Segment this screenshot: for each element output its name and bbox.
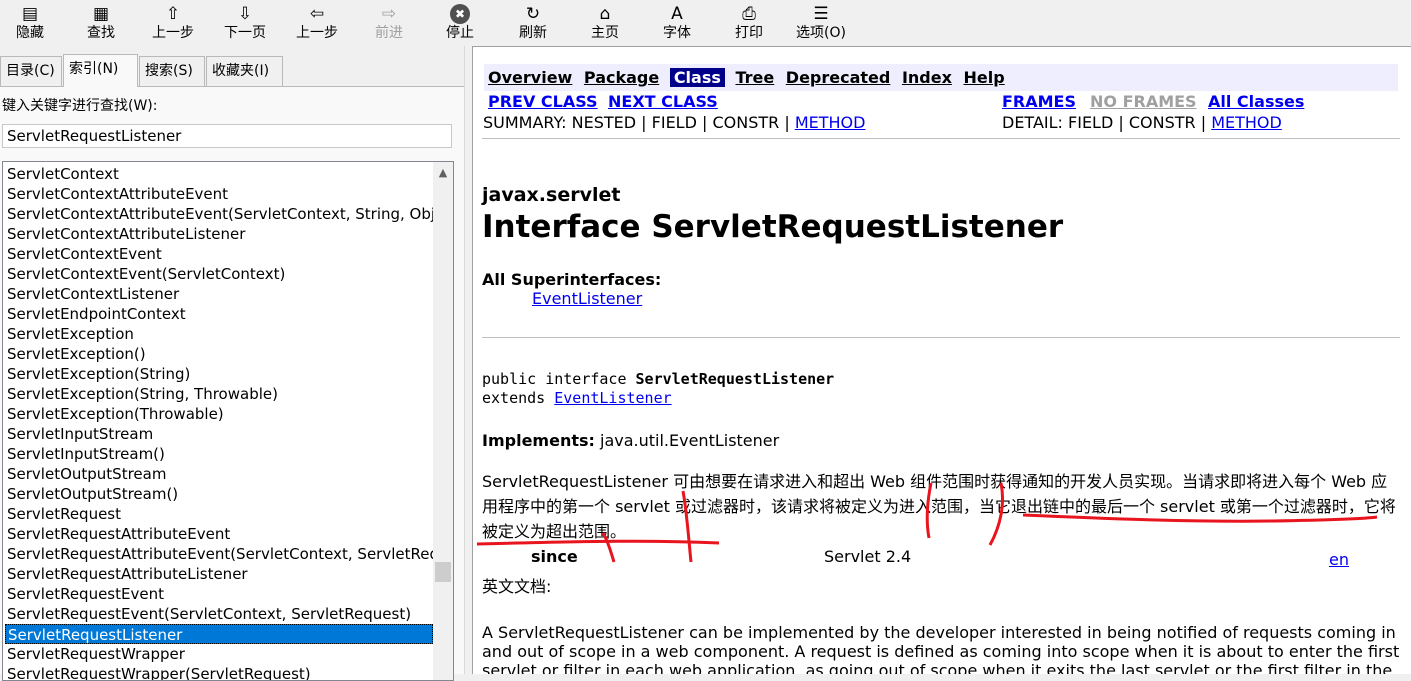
toolbar-button-9[interactable]: A 字体 — [641, 2, 713, 44]
toolbar-button-label: 主页 — [591, 25, 619, 41]
keyword-input[interactable]: ServletRequestListener — [2, 124, 452, 148]
index-list-item[interactable]: ServletException(String) — [5, 364, 433, 384]
index-list-item[interactable]: ServletException — [5, 324, 433, 344]
keyword-label: 键入关键字进行查找(W): — [2, 98, 158, 114]
index-list-item[interactable]: ServletRequestAttributeEvent(ServletCont… — [5, 544, 433, 564]
back-arrow-icon: ⇦ — [309, 4, 325, 24]
toolbar: ▤ 隐藏 ▦ 查找 ⇧ 上一步 ⇩ 下一页 ⇦ 上一步 ⇨ 前进 ✖ 停止 ↻ 刷新 ⌂ 主页 A 字体 ⎙ 打印 ☰ 选项(… — [0, 0, 1411, 46]
index-list-item[interactable]: ServletRequest — [5, 504, 433, 524]
forward-arrow-icon: ⇨ — [381, 4, 397, 24]
print-icon: ⎙ — [742, 4, 756, 24]
index-list-item[interactable]: ServletInputStream() — [5, 444, 433, 464]
index-list-item[interactable]: ServletContextAttributeEvent(ServletCont… — [5, 204, 433, 224]
toolbar-button-label: 刷新 — [519, 25, 547, 41]
index-list-item[interactable]: ServletRequestWrapper(ServletRequest) — [5, 664, 433, 680]
index-list-item[interactable]: ServletContextEvent — [5, 244, 433, 264]
toolbar-button-10[interactable]: ⎙ 打印 — [713, 2, 785, 44]
tab-favorites[interactable]: 收藏夹(I) — [206, 56, 283, 86]
index-list-item[interactable]: ServletException(Throwable) — [5, 404, 433, 424]
toolbar-button-0[interactable]: ▤ 隐藏 — [0, 2, 66, 44]
toolbar-button-label: 前进 — [375, 25, 403, 41]
toolbar-button-8[interactable]: ⌂ 主页 — [569, 2, 641, 44]
font-icon: A — [671, 4, 683, 24]
toolbar-button-label: 字体 — [663, 25, 691, 41]
toolbar-button-label: 打印 — [735, 25, 763, 41]
index-list-item[interactable]: ServletRequestAttributeListener — [5, 564, 433, 584]
home-icon: ⌂ — [599, 4, 611, 24]
scroll-thumb[interactable] — [435, 562, 451, 582]
tab-strip: 目录(C) 索引(N) 搜索(S) 收藏夹(I) — [0, 54, 464, 87]
toolbar-button-1[interactable]: ▦ 查找 — [65, 2, 137, 44]
toolbar-button-label: 上一步 — [152, 25, 194, 41]
index-list-item[interactable]: ServletOutputStream — [5, 464, 433, 484]
toolbar-button-label: 选项(O) — [796, 25, 846, 41]
index-list-item[interactable]: ServletContextAttributeEvent — [5, 184, 433, 204]
index-list-item[interactable]: ServletOutputStream() — [5, 484, 433, 504]
pane-splitter[interactable] — [464, 46, 472, 674]
up-arrow-icon: ⇧ — [165, 4, 181, 24]
hide-icon: ▤ — [21, 4, 39, 24]
toolbar-button-label: 上一步 — [296, 25, 338, 41]
index-list-item[interactable]: ServletRequestWrapper — [5, 644, 433, 664]
index-panel: 键入关键字进行查找(W): ServletRequestListener Ser… — [0, 86, 464, 681]
index-list-item[interactable]: ServletContextAttributeListener — [5, 224, 433, 244]
index-list-item[interactable]: ServletException() — [5, 344, 433, 364]
down-arrow-icon: ⇩ — [237, 4, 253, 24]
doc-content: Overview Package Class Tree Deprecated I… — [472, 46, 1411, 674]
toolbar-button-label: 停止 — [446, 25, 474, 41]
toolbar-button-2[interactable]: ⇧ 上一步 — [137, 2, 209, 44]
index-list-item[interactable]: ServletContext — [5, 164, 433, 184]
toolbar-button-label: 隐藏 — [16, 25, 44, 41]
toolbar-button-11[interactable]: ☰ 选项(O) — [785, 2, 857, 44]
refresh-icon: ↻ — [525, 4, 541, 24]
index-list-item[interactable]: ServletRequestEvent — [5, 584, 433, 604]
index-list-item[interactable]: ServletRequestAttributeEvent — [5, 524, 433, 544]
index-list-item[interactable]: ServletInputStream — [5, 424, 433, 444]
locate-icon: ▦ — [92, 4, 110, 24]
toolbar-button-label: 下一页 — [224, 25, 266, 41]
index-list-item[interactable]: ServletRequestEvent(ServletContext, Serv… — [5, 604, 433, 624]
index-list-item[interactable]: ServletEndpointContext — [5, 304, 433, 324]
stop-icon: ✖ — [450, 4, 470, 24]
index-list[interactable]: ServletContext ServletContextAttributeEve… — [2, 161, 454, 681]
index-list-scrollbar[interactable]: ▲ — [433, 162, 453, 680]
options-icon: ☰ — [813, 4, 829, 24]
tab-index[interactable]: 索引(N) — [63, 54, 138, 87]
toolbar-button-6[interactable]: ✖ 停止 — [424, 2, 496, 44]
index-list-item[interactable]: ServletContextEvent(ServletContext) — [5, 264, 433, 284]
toolbar-button-4[interactable]: ⇦ 上一步 — [281, 2, 353, 44]
toolbar-button-3[interactable]: ⇩ 下一页 — [209, 2, 281, 44]
tab-contents[interactable]: 目录(C) — [0, 56, 62, 86]
index-list-item[interactable]: ServletRequestListener — [5, 624, 433, 644]
red-annotation-marks — [476, 482, 1378, 563]
index-list-item[interactable]: ServletException(String, Throwable) — [5, 384, 433, 404]
index-list-item[interactable]: ServletContextListener — [5, 284, 433, 304]
tab-search[interactable]: 搜索(S) — [139, 56, 205, 86]
scroll-up-icon[interactable]: ▲ — [433, 164, 453, 182]
left-pane: 目录(C) 索引(N) 搜索(S) 收藏夹(I) 键入关键字进行查找(W): S… — [0, 46, 464, 681]
toolbar-button-7[interactable]: ↻ 刷新 — [497, 2, 569, 44]
toolbar-button-5[interactable]: ⇨ 前进 — [353, 2, 425, 44]
toolbar-button-label: 查找 — [87, 25, 115, 41]
